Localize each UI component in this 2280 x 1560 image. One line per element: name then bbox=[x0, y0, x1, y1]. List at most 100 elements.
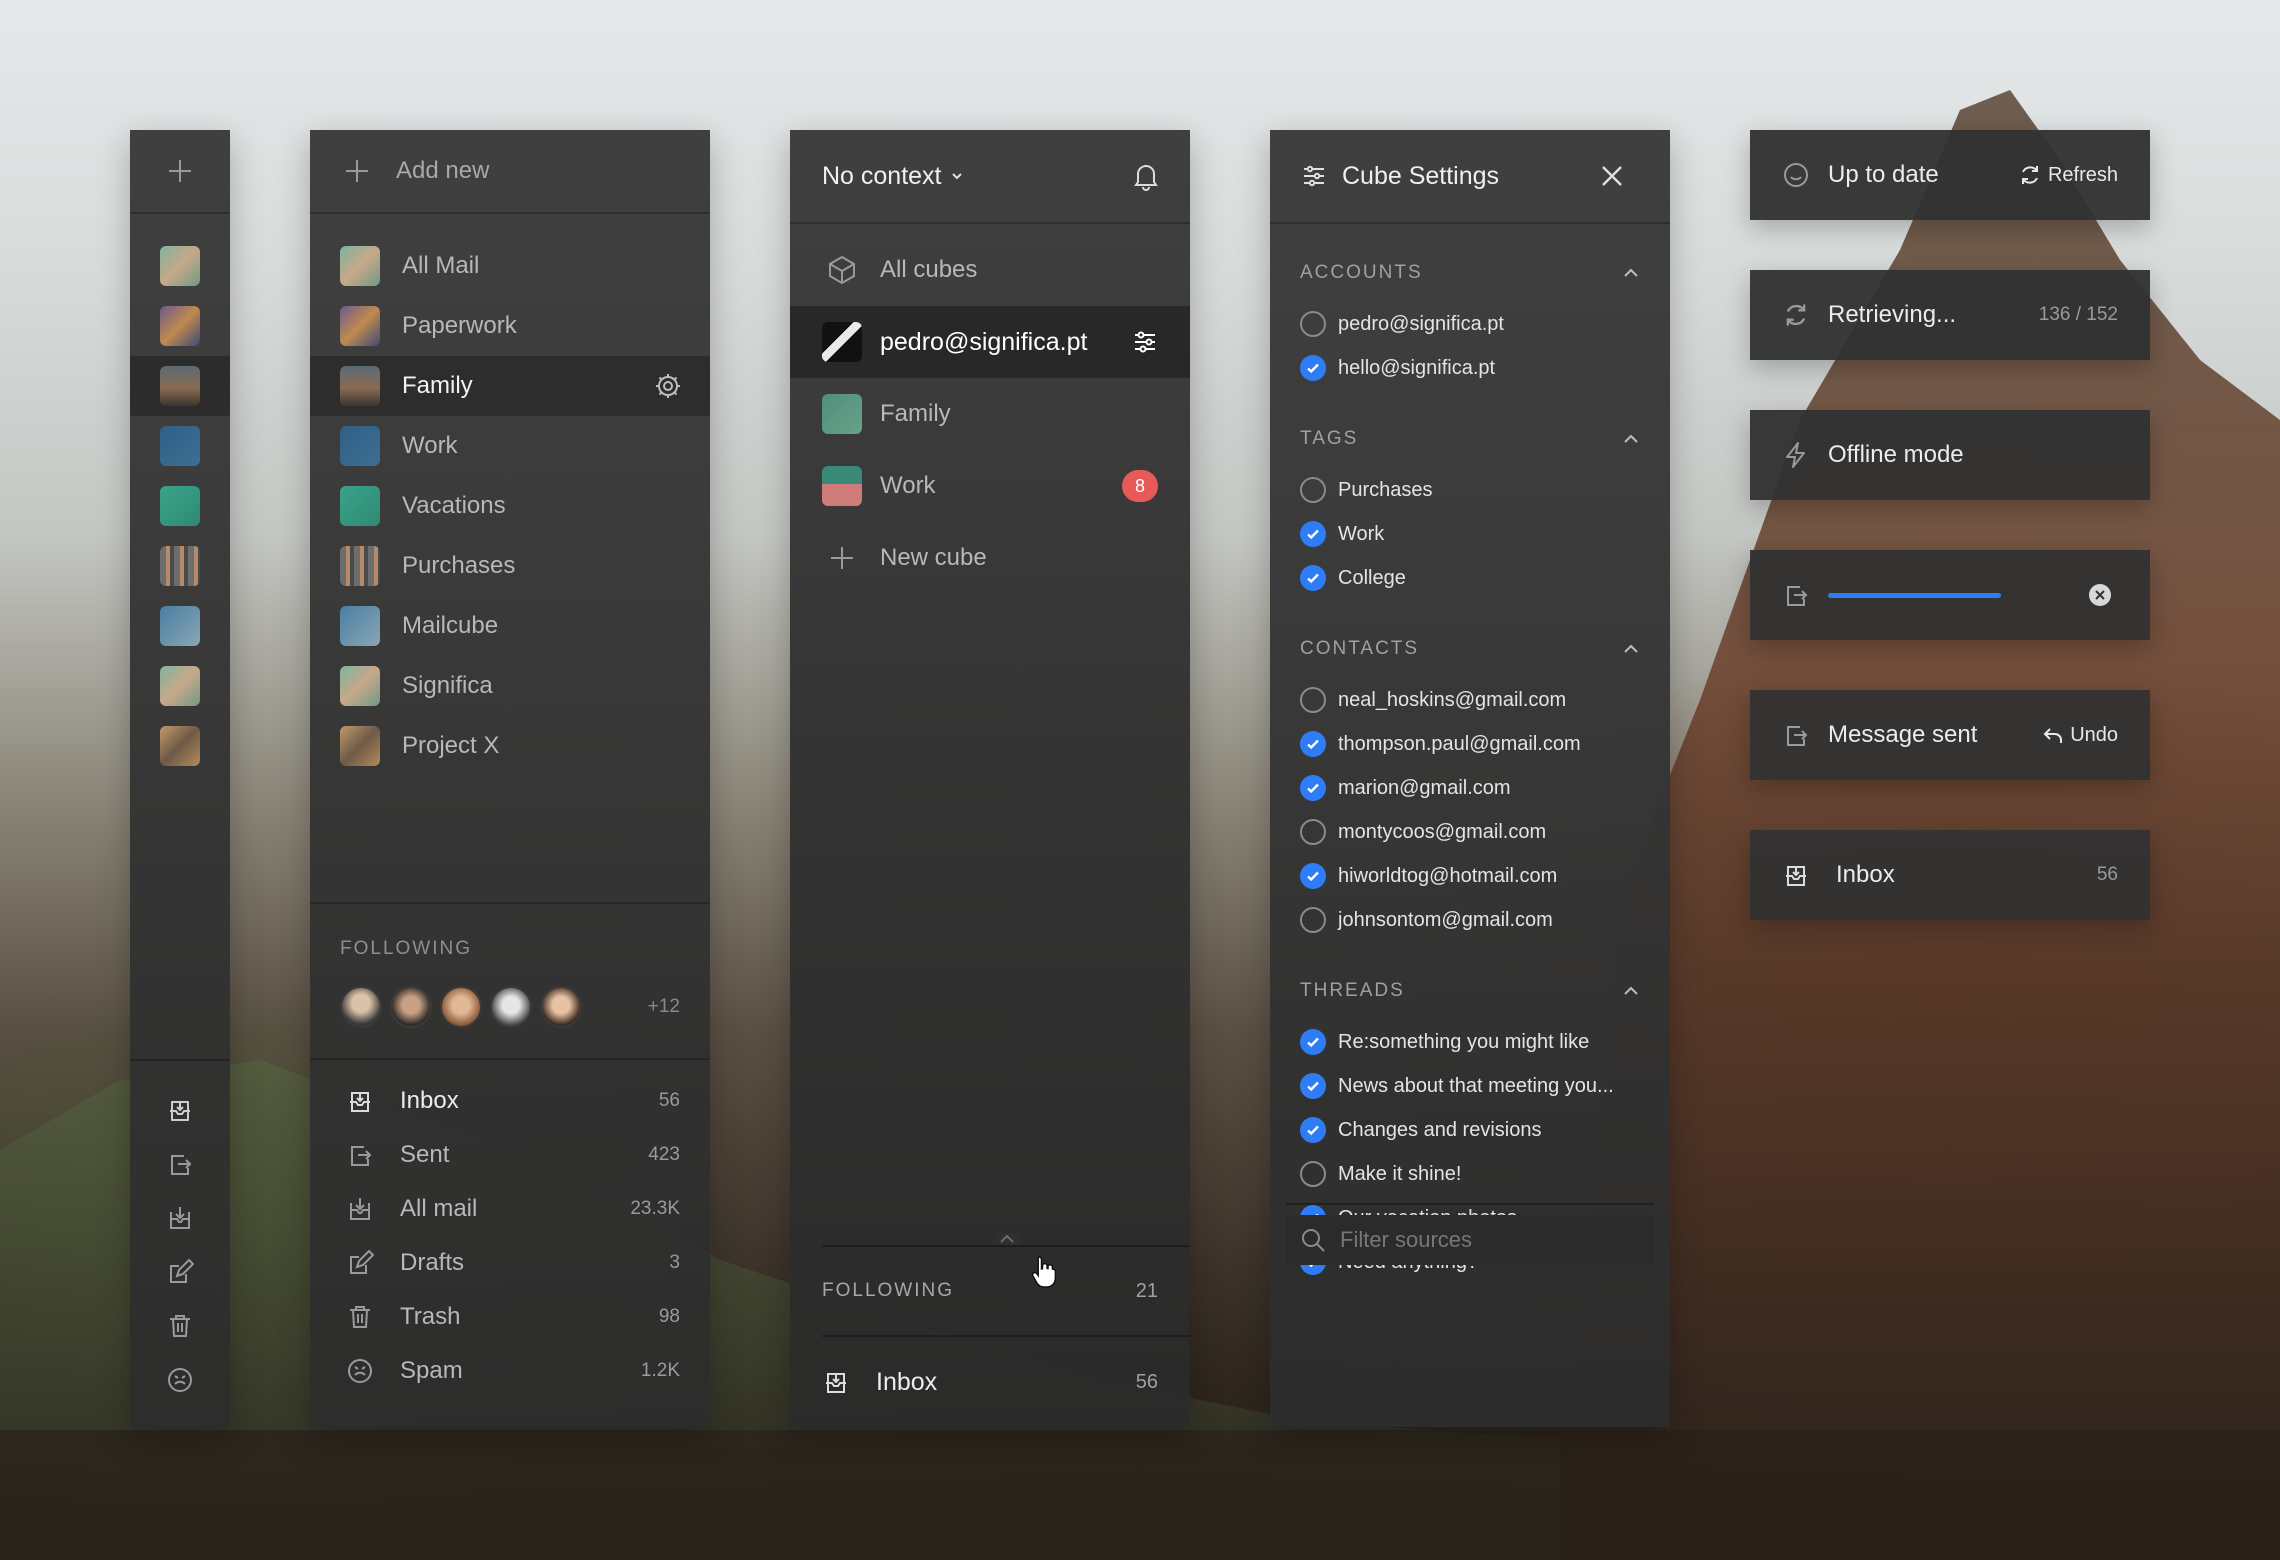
rail-trash-button[interactable] bbox=[130, 1299, 230, 1353]
checkbox-checked[interactable] bbox=[1300, 1029, 1326, 1055]
sidebar-item-work[interactable]: Work bbox=[310, 416, 710, 476]
add-cube-button[interactable] bbox=[130, 130, 230, 214]
undo-button[interactable]: Undo bbox=[2042, 724, 2118, 747]
rail-inbox-button[interactable] bbox=[130, 1083, 230, 1137]
cancel-upload-button[interactable] bbox=[2088, 583, 2118, 607]
following-more-count[interactable]: +12 bbox=[648, 996, 680, 1018]
section-header[interactable]: ACCOUNTS bbox=[1300, 244, 1640, 302]
context-item-account[interactable]: pedro@significa.pt bbox=[790, 306, 1190, 378]
checkbox-unchecked[interactable] bbox=[1300, 1161, 1326, 1187]
folder-label: Drafts bbox=[400, 1249, 465, 1276]
checkbox-row[interactable]: College bbox=[1300, 556, 1640, 600]
checkbox-checked[interactable] bbox=[1300, 521, 1326, 547]
folder-count: 423 bbox=[648, 1144, 680, 1165]
avatar[interactable] bbox=[340, 986, 382, 1028]
rail-cube-mailcube[interactable] bbox=[130, 596, 230, 656]
sidebar-item-project-x[interactable]: Project X bbox=[310, 716, 710, 776]
section-header[interactable]: TAGS bbox=[1300, 410, 1640, 468]
chevron-up-icon[interactable] bbox=[994, 1233, 1020, 1245]
sliders-icon[interactable] bbox=[1132, 329, 1158, 355]
checkbox-row[interactable]: johnsontom@gmail.com bbox=[1300, 898, 1640, 942]
checkbox-row[interactable]: montycoos@gmail.com bbox=[1300, 810, 1640, 854]
cube-thumbnail bbox=[822, 394, 862, 434]
checkbox-checked[interactable] bbox=[1300, 731, 1326, 757]
folder-sent[interactable]: Sent 423 bbox=[310, 1128, 710, 1182]
rail-spam-button[interactable] bbox=[130, 1353, 230, 1407]
folder-spam[interactable]: Spam 1.2K bbox=[310, 1344, 710, 1398]
checkbox-unchecked[interactable] bbox=[1300, 819, 1326, 845]
rail-all-mail-button[interactable] bbox=[130, 1191, 230, 1245]
checkbox-checked[interactable] bbox=[1300, 1117, 1326, 1143]
checkbox-row[interactable]: neal_hoskins@gmail.com bbox=[1300, 678, 1640, 722]
checkbox-unchecked[interactable] bbox=[1300, 477, 1326, 503]
context-item-all-cubes[interactable]: All cubes bbox=[790, 234, 1190, 306]
checkbox-checked[interactable] bbox=[1300, 863, 1326, 889]
checkbox-row[interactable]: Purchases bbox=[1300, 468, 1640, 512]
gear-icon[interactable] bbox=[654, 372, 682, 400]
avatar[interactable] bbox=[390, 986, 432, 1028]
close-icon[interactable] bbox=[1600, 164, 1624, 188]
checkbox-checked[interactable] bbox=[1300, 775, 1326, 801]
avatar[interactable] bbox=[490, 986, 532, 1028]
checkbox-row[interactable]: News about that meeting you... bbox=[1300, 1064, 1640, 1108]
sidebar-item-purchases[interactable]: Purchases bbox=[310, 536, 710, 596]
refresh-button[interactable]: Refresh bbox=[2018, 163, 2118, 187]
cube-thumbnail bbox=[160, 366, 200, 406]
folder-all-mail[interactable]: All mail 23.3K bbox=[310, 1182, 710, 1236]
rail-cube-all-mail[interactable] bbox=[130, 236, 230, 296]
checkbox-row[interactable]: pedro@significa.pt bbox=[1300, 302, 1640, 346]
sidebar-item-mailcube[interactable]: Mailcube bbox=[310, 596, 710, 656]
sidebar-item-paperwork[interactable]: Paperwork bbox=[310, 296, 710, 356]
sidebar-item-label: Vacations bbox=[402, 492, 506, 519]
context-selector[interactable]: No context bbox=[822, 162, 964, 191]
rail-drafts-button[interactable] bbox=[130, 1245, 230, 1299]
account-avatar bbox=[822, 322, 862, 362]
rail-cube-significa[interactable] bbox=[130, 656, 230, 716]
avatar[interactable] bbox=[540, 986, 582, 1028]
new-cube-button[interactable]: New cube bbox=[790, 522, 1190, 594]
checkbox-row[interactable]: Re:something you might like bbox=[1300, 1020, 1640, 1064]
rail-cube-family[interactable] bbox=[130, 356, 230, 416]
following-row[interactable]: FOLLOWING 21 bbox=[822, 1247, 1190, 1335]
rail-cube-project-x[interactable] bbox=[130, 716, 230, 776]
add-new-button[interactable]: Add new bbox=[310, 130, 710, 214]
sidebar-item-significa[interactable]: Significa bbox=[310, 656, 710, 716]
checkbox-row[interactable]: Changes and revisions bbox=[1300, 1108, 1640, 1152]
context-item-family[interactable]: Family bbox=[790, 378, 1190, 450]
cube-thumbnail bbox=[340, 366, 380, 406]
checkbox-checked[interactable] bbox=[1300, 355, 1326, 381]
section-header[interactable]: THREADS bbox=[1300, 962, 1640, 1020]
cube-thumbnail bbox=[340, 666, 380, 706]
rail-sent-button[interactable] bbox=[130, 1137, 230, 1191]
context-inbox-row[interactable]: Inbox 56 bbox=[822, 1335, 1190, 1427]
checkbox-unchecked[interactable] bbox=[1300, 687, 1326, 713]
folder-inbox[interactable]: Inbox 56 bbox=[310, 1074, 710, 1128]
status-message-sent: Message sent Undo bbox=[1750, 690, 2150, 780]
sidebar-item-all-mail[interactable]: All Mail bbox=[310, 236, 710, 296]
filter-sources-input[interactable]: Filter sources bbox=[1286, 1215, 1654, 1265]
folder-drafts[interactable]: Drafts 3 bbox=[310, 1236, 710, 1290]
checkbox-checked[interactable] bbox=[1300, 1073, 1326, 1099]
avatar[interactable] bbox=[440, 986, 482, 1028]
sidebar-item-family[interactable]: Family bbox=[310, 356, 710, 416]
checkbox-row[interactable]: hello@significa.pt bbox=[1300, 346, 1640, 390]
section-header[interactable]: CONTACTS bbox=[1300, 620, 1640, 678]
checkbox-unchecked[interactable] bbox=[1300, 311, 1326, 337]
folder-trash[interactable]: Trash 98 bbox=[310, 1290, 710, 1344]
rail-cube-vacations[interactable] bbox=[130, 476, 230, 536]
checkbox-checked[interactable] bbox=[1300, 565, 1326, 591]
rail-cube-paperwork[interactable] bbox=[130, 296, 230, 356]
checkbox-row[interactable]: Make it shine! bbox=[1300, 1152, 1640, 1196]
checkbox-row[interactable]: thompson.paul@gmail.com bbox=[1300, 722, 1640, 766]
checkbox-row[interactable]: marion@gmail.com bbox=[1300, 766, 1640, 810]
checkbox-row[interactable]: hiworldtog@hotmail.com bbox=[1300, 854, 1640, 898]
trash-icon bbox=[346, 1303, 374, 1331]
context-item-work[interactable]: Work 8 bbox=[790, 450, 1190, 522]
rail-cube-work[interactable] bbox=[130, 416, 230, 476]
checkbox-unchecked[interactable] bbox=[1300, 907, 1326, 933]
bell-icon[interactable] bbox=[1132, 161, 1160, 191]
rail-cube-purchases[interactable] bbox=[130, 536, 230, 596]
checkbox-row[interactable]: Work bbox=[1300, 512, 1640, 556]
sidebar-item-vacations[interactable]: Vacations bbox=[310, 476, 710, 536]
status-inbox[interactable]: Inbox 56 bbox=[1750, 830, 2150, 920]
